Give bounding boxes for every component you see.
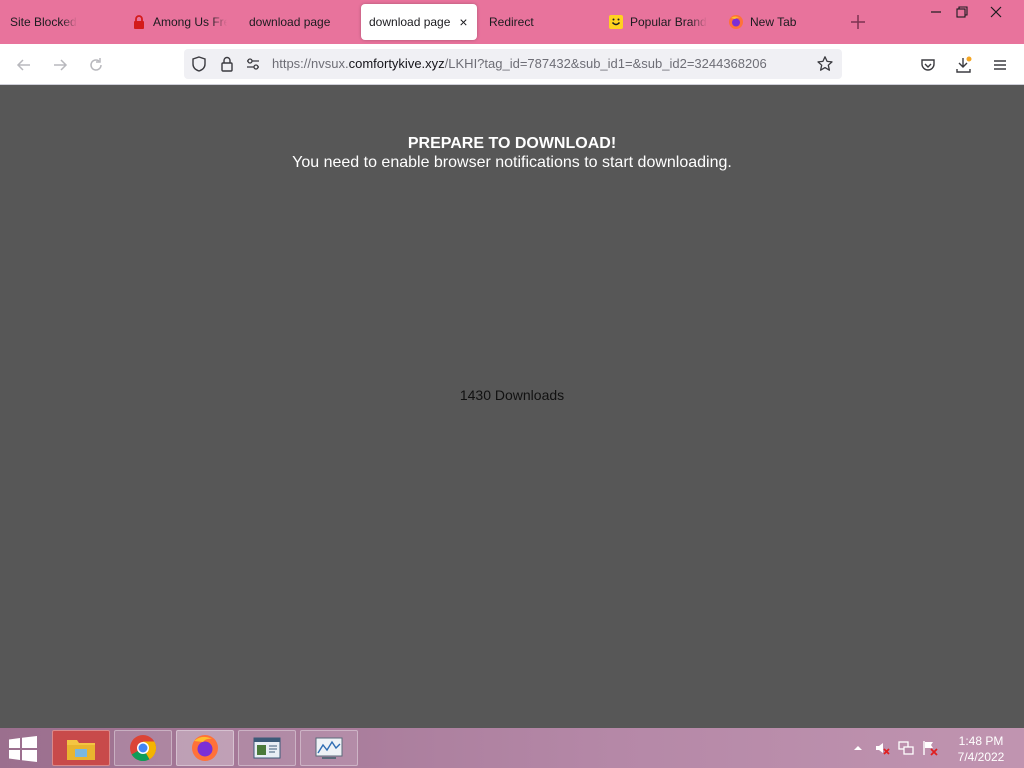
tab-redirect[interactable]: Redirect bbox=[489, 4, 589, 40]
tab-popular-brand[interactable]: Popular Brand bbox=[608, 4, 708, 40]
yellow-smiley-icon bbox=[609, 15, 623, 29]
tab-download-page-active[interactable]: download page × bbox=[361, 4, 477, 40]
menu-button[interactable] bbox=[988, 53, 1012, 77]
red-lock-icon bbox=[134, 15, 144, 29]
downloads-button[interactable] bbox=[952, 53, 976, 77]
minimize-icon bbox=[931, 11, 941, 13]
system-clock[interactable]: 1:48 PM 7/4/2022 bbox=[944, 733, 1018, 765]
tab-new-tab[interactable]: New Tab bbox=[728, 4, 838, 40]
close-icon bbox=[990, 6, 1002, 18]
windows-start-icon[interactable] bbox=[8, 736, 38, 762]
clock-date: 7/4/2022 bbox=[957, 750, 1005, 764]
url-prefix: https://nvsux. bbox=[272, 56, 349, 71]
navigation-toolbar: https://nvsux.comfortykive.xyz/LKHI?tag_… bbox=[0, 44, 1024, 85]
reload-button[interactable] bbox=[84, 53, 108, 77]
clock-time: 1:48 PM bbox=[958, 734, 1004, 748]
arrow-right-icon bbox=[54, 59, 68, 71]
forward-button[interactable] bbox=[48, 53, 72, 77]
firefox-icon bbox=[192, 735, 218, 761]
restore-icon bbox=[956, 6, 968, 18]
firefox-icon bbox=[729, 15, 743, 29]
taskbar-app-window[interactable] bbox=[238, 730, 296, 766]
close-window-button[interactable] bbox=[980, 0, 1012, 24]
back-button[interactable] bbox=[12, 53, 36, 77]
taskbar-monitor-app[interactable] bbox=[300, 730, 358, 766]
bookmark-star-icon[interactable] bbox=[816, 55, 834, 73]
arrow-left-icon bbox=[16, 59, 30, 71]
download-icon bbox=[956, 56, 972, 73]
network-icon[interactable] bbox=[898, 740, 914, 756]
url-text[interactable]: https://nvsux.comfortykive.xyz/LKHI?tag_… bbox=[272, 56, 806, 71]
lock-icon[interactable] bbox=[218, 55, 236, 73]
taskbar-chrome[interactable] bbox=[114, 730, 172, 766]
download-count: 1430 Downloads bbox=[459, 387, 565, 403]
pocket-icon bbox=[921, 59, 935, 71]
permissions-icon[interactable] bbox=[244, 55, 262, 73]
chart-app-icon bbox=[315, 737, 343, 759]
taskbar: 1:48 PM 7/4/2022 bbox=[0, 728, 1024, 768]
url-domain: comfortykive.xyz bbox=[348, 56, 445, 71]
tab-title: New Tab bbox=[750, 15, 797, 29]
tab-strip: Site Blocked Among Us Fre download page … bbox=[0, 0, 1024, 44]
hamburger-menu-icon bbox=[994, 60, 1006, 70]
page-subheading: You need to enable browser notifications… bbox=[292, 154, 732, 171]
restore-button[interactable] bbox=[946, 0, 978, 24]
tab-among-us[interactable]: Among Us Fre bbox=[131, 4, 227, 40]
pocket-button[interactable] bbox=[916, 53, 940, 77]
taskbar-file-explorer[interactable] bbox=[52, 730, 110, 766]
taskbar-firefox[interactable] bbox=[176, 730, 234, 766]
tab-download-page[interactable]: download page bbox=[249, 4, 354, 40]
new-tab-plus-icon[interactable] bbox=[848, 12, 868, 32]
tab-title: Redirect bbox=[489, 15, 534, 29]
show-hidden-icons-icon[interactable] bbox=[850, 740, 866, 756]
tab-close-icon[interactable]: × bbox=[459, 15, 467, 29]
window-app-icon bbox=[253, 737, 281, 759]
url-bar[interactable]: https://nvsux.comfortykive.xyz/LKHI?tag_… bbox=[184, 49, 842, 79]
url-path: /LKHI?tag_id=787432&sub_id1=&sub_id2=324… bbox=[444, 56, 767, 71]
tab-title: Site Blocked bbox=[10, 15, 77, 29]
tab-title: Popular Brand bbox=[630, 15, 707, 29]
reload-icon bbox=[90, 58, 102, 71]
tab-title: Among Us Fre bbox=[153, 15, 227, 29]
page-content: PREPARE TO DOWNLOAD! You need to enable … bbox=[0, 85, 1024, 728]
folder-icon bbox=[67, 740, 95, 760]
tab-title: download page bbox=[249, 15, 331, 29]
action-center-flag-icon[interactable] bbox=[922, 740, 938, 756]
shield-icon[interactable] bbox=[190, 55, 208, 73]
volume-muted-icon[interactable] bbox=[874, 740, 890, 756]
chrome-icon bbox=[130, 735, 157, 762]
tab-title: download page bbox=[369, 15, 451, 29]
tab-site-blocked[interactable]: Site Blocked bbox=[10, 4, 110, 40]
page-heading: PREPARE TO DOWNLOAD! bbox=[407, 135, 617, 152]
